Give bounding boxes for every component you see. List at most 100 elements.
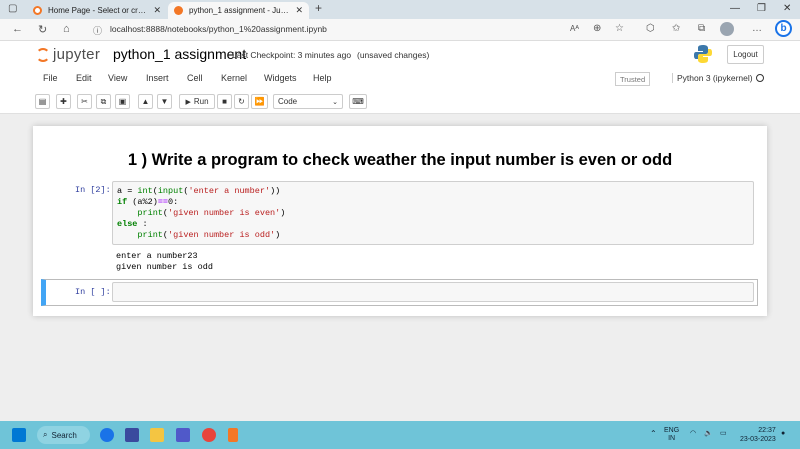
menu-edit[interactable]: Edit bbox=[76, 73, 92, 83]
input-prompt: In [ ]: bbox=[75, 287, 111, 297]
clock-date: 23-03-2023 bbox=[740, 436, 776, 443]
cell-output: enter a number23 given number is odd bbox=[116, 251, 213, 273]
jupyter-taskbar-icon[interactable] bbox=[228, 428, 238, 442]
menu-file[interactable]: File bbox=[43, 73, 58, 83]
run-label: Run bbox=[193, 97, 209, 106]
move-up-button[interactable]: ▲ bbox=[138, 94, 153, 109]
cell-type-select[interactable]: Code ⌄ bbox=[273, 94, 343, 109]
new-tab-button[interactable]: + bbox=[315, 1, 322, 15]
search-label: Search bbox=[51, 430, 77, 440]
address-bar[interactable]: localhost:8888/notebooks/python_1%20assi… bbox=[110, 24, 327, 34]
restart-run-all-button[interactable]: ⏩ bbox=[251, 94, 268, 109]
taskbar-search[interactable]: ⌕ Search bbox=[37, 426, 90, 444]
cell-type-value: Code bbox=[278, 97, 298, 106]
teams-icon[interactable] bbox=[176, 428, 190, 442]
markdown-heading[interactable]: 1 ) Write a program to check weather the… bbox=[33, 151, 767, 170]
zoom-icon[interactable]: ⊕ bbox=[593, 23, 601, 34]
wifi-icon[interactable]: ◠ bbox=[690, 430, 696, 438]
minimize-icon[interactable]: — bbox=[730, 3, 740, 14]
jupyter-logo[interactable]: jupyter bbox=[36, 46, 100, 63]
code-cell-input[interactable]: a = int(input('enter a number')) if (a%2)… bbox=[112, 181, 754, 245]
copy-button[interactable]: ⧉ bbox=[96, 94, 111, 109]
profile-avatar[interactable] bbox=[720, 22, 734, 36]
cut-button[interactable]: ✂ bbox=[77, 94, 92, 109]
trusted-indicator[interactable]: Trusted bbox=[615, 72, 651, 86]
close-tab-icon[interactable]: ✕ bbox=[153, 5, 161, 16]
menu-view[interactable]: View bbox=[108, 73, 127, 83]
menu-help[interactable]: Help bbox=[313, 73, 332, 83]
jupyter-favicon-icon bbox=[174, 6, 183, 15]
edge-icon[interactable] bbox=[100, 428, 114, 442]
lang-bottom: IN bbox=[668, 435, 676, 442]
browser-tab-home[interactable]: Home Page - Select or create a n ✕ bbox=[27, 2, 167, 19]
refresh-icon[interactable]: ↻ bbox=[38, 23, 47, 36]
battery-icon[interactable]: ▭ bbox=[720, 430, 727, 438]
favorite-star-icon[interactable]: ☆ bbox=[615, 23, 624, 34]
code-cell-input-empty[interactable] bbox=[112, 282, 754, 302]
play-icon: ▶ bbox=[185, 98, 191, 106]
jupyter-header: jupyter python_1 assignment Last Checkpo… bbox=[0, 41, 800, 68]
more-menu-icon[interactable]: … bbox=[752, 23, 762, 34]
menu-kernel[interactable]: Kernel bbox=[221, 73, 247, 83]
chrome-icon[interactable] bbox=[202, 428, 216, 442]
code-line: print('given number is odd') bbox=[137, 230, 281, 240]
maximize-icon[interactable]: ❐ bbox=[757, 3, 766, 14]
save-icon: ▤ bbox=[38, 97, 47, 106]
windows-taskbar: ⌕ Search ⌃ ENG IN ◠ 🔈 ▭ 22:37 23-03-2023… bbox=[0, 421, 800, 449]
clock-time: 22:37 bbox=[758, 427, 776, 434]
insert-cell-button[interactable]: ✚ bbox=[56, 94, 71, 109]
language-indicator[interactable]: ENG IN bbox=[664, 427, 679, 443]
kernel-name[interactable]: Python 3 (ipykernel) bbox=[672, 73, 753, 83]
copy-icon: ⧉ bbox=[100, 96, 107, 106]
close-tab-icon[interactable]: ✕ bbox=[295, 5, 303, 16]
tab-actions-icon[interactable]: ▢ bbox=[8, 3, 17, 14]
kernel-status-icon bbox=[756, 74, 764, 82]
code-line: else : bbox=[117, 219, 148, 229]
tab-title: Home Page - Select or create a n bbox=[48, 6, 149, 15]
menu-widgets[interactable]: Widgets bbox=[264, 73, 297, 83]
menu-insert[interactable]: Insert bbox=[146, 73, 169, 83]
output-line: given number is odd bbox=[116, 262, 213, 272]
clock[interactable]: 22:37 23-03-2023 bbox=[740, 426, 776, 444]
input-prompt: In [2]: bbox=[75, 185, 111, 195]
jupyter-wordmark: jupyter bbox=[53, 46, 101, 63]
notification-icon[interactable]: ● bbox=[781, 430, 785, 438]
output-line: enter a number23 bbox=[116, 251, 198, 261]
menu-bar: File Edit View Insert Cell Kernel Widget… bbox=[0, 68, 800, 90]
restart-button[interactable]: ↻ bbox=[234, 94, 249, 109]
command-palette-button[interactable]: ⌨ bbox=[349, 94, 367, 109]
code-line: if (a%2)==0: bbox=[117, 197, 179, 207]
favorites-icon[interactable]: ✩ bbox=[672, 23, 680, 34]
plus-icon: ✚ bbox=[60, 97, 67, 106]
browser-tab-notebook[interactable]: python_1 assignment - Jupyter N ✕ bbox=[168, 2, 309, 19]
volume-icon[interactable]: 🔈 bbox=[704, 430, 713, 438]
save-button[interactable]: ▤ bbox=[35, 94, 50, 109]
paste-icon: ▣ bbox=[118, 97, 127, 106]
code-line: print('given number is even') bbox=[137, 208, 286, 218]
file-explorer-icon[interactable] bbox=[150, 428, 164, 442]
bing-icon[interactable]: b bbox=[775, 20, 792, 37]
keyboard-icon: ⌨ bbox=[352, 97, 364, 106]
teams-meet-icon[interactable] bbox=[125, 428, 139, 442]
menu-cell[interactable]: Cell bbox=[187, 73, 203, 83]
fast-forward-icon: ⏩ bbox=[254, 97, 265, 106]
chevron-up-icon[interactable]: ⌃ bbox=[650, 430, 657, 438]
windows-start-icon[interactable] bbox=[12, 428, 26, 442]
logout-button[interactable]: Logout bbox=[727, 45, 764, 64]
interrupt-button[interactable]: ■ bbox=[217, 94, 232, 109]
move-down-button[interactable]: ▼ bbox=[157, 94, 172, 109]
run-button[interactable]: ▶ Run bbox=[179, 94, 215, 109]
notebook-name[interactable]: python_1 assignment bbox=[113, 46, 246, 62]
collections-icon[interactable]: ⧉ bbox=[698, 23, 705, 34]
restart-icon: ↻ bbox=[238, 97, 245, 106]
read-aloud-icon[interactable]: Aᴬ bbox=[570, 24, 579, 33]
stop-icon: ■ bbox=[222, 97, 227, 106]
back-icon[interactable]: ← bbox=[12, 23, 23, 35]
tab-title: python_1 assignment - Jupyter N bbox=[189, 6, 292, 15]
paste-button[interactable]: ▣ bbox=[115, 94, 130, 109]
site-info-icon[interactable]: ⓘ bbox=[93, 24, 102, 37]
close-window-icon[interactable]: ✕ bbox=[783, 3, 791, 14]
extensions-icon[interactable]: ⬡ bbox=[646, 23, 655, 34]
python-logo-icon bbox=[694, 45, 712, 63]
home-icon[interactable]: ⌂ bbox=[63, 23, 70, 35]
